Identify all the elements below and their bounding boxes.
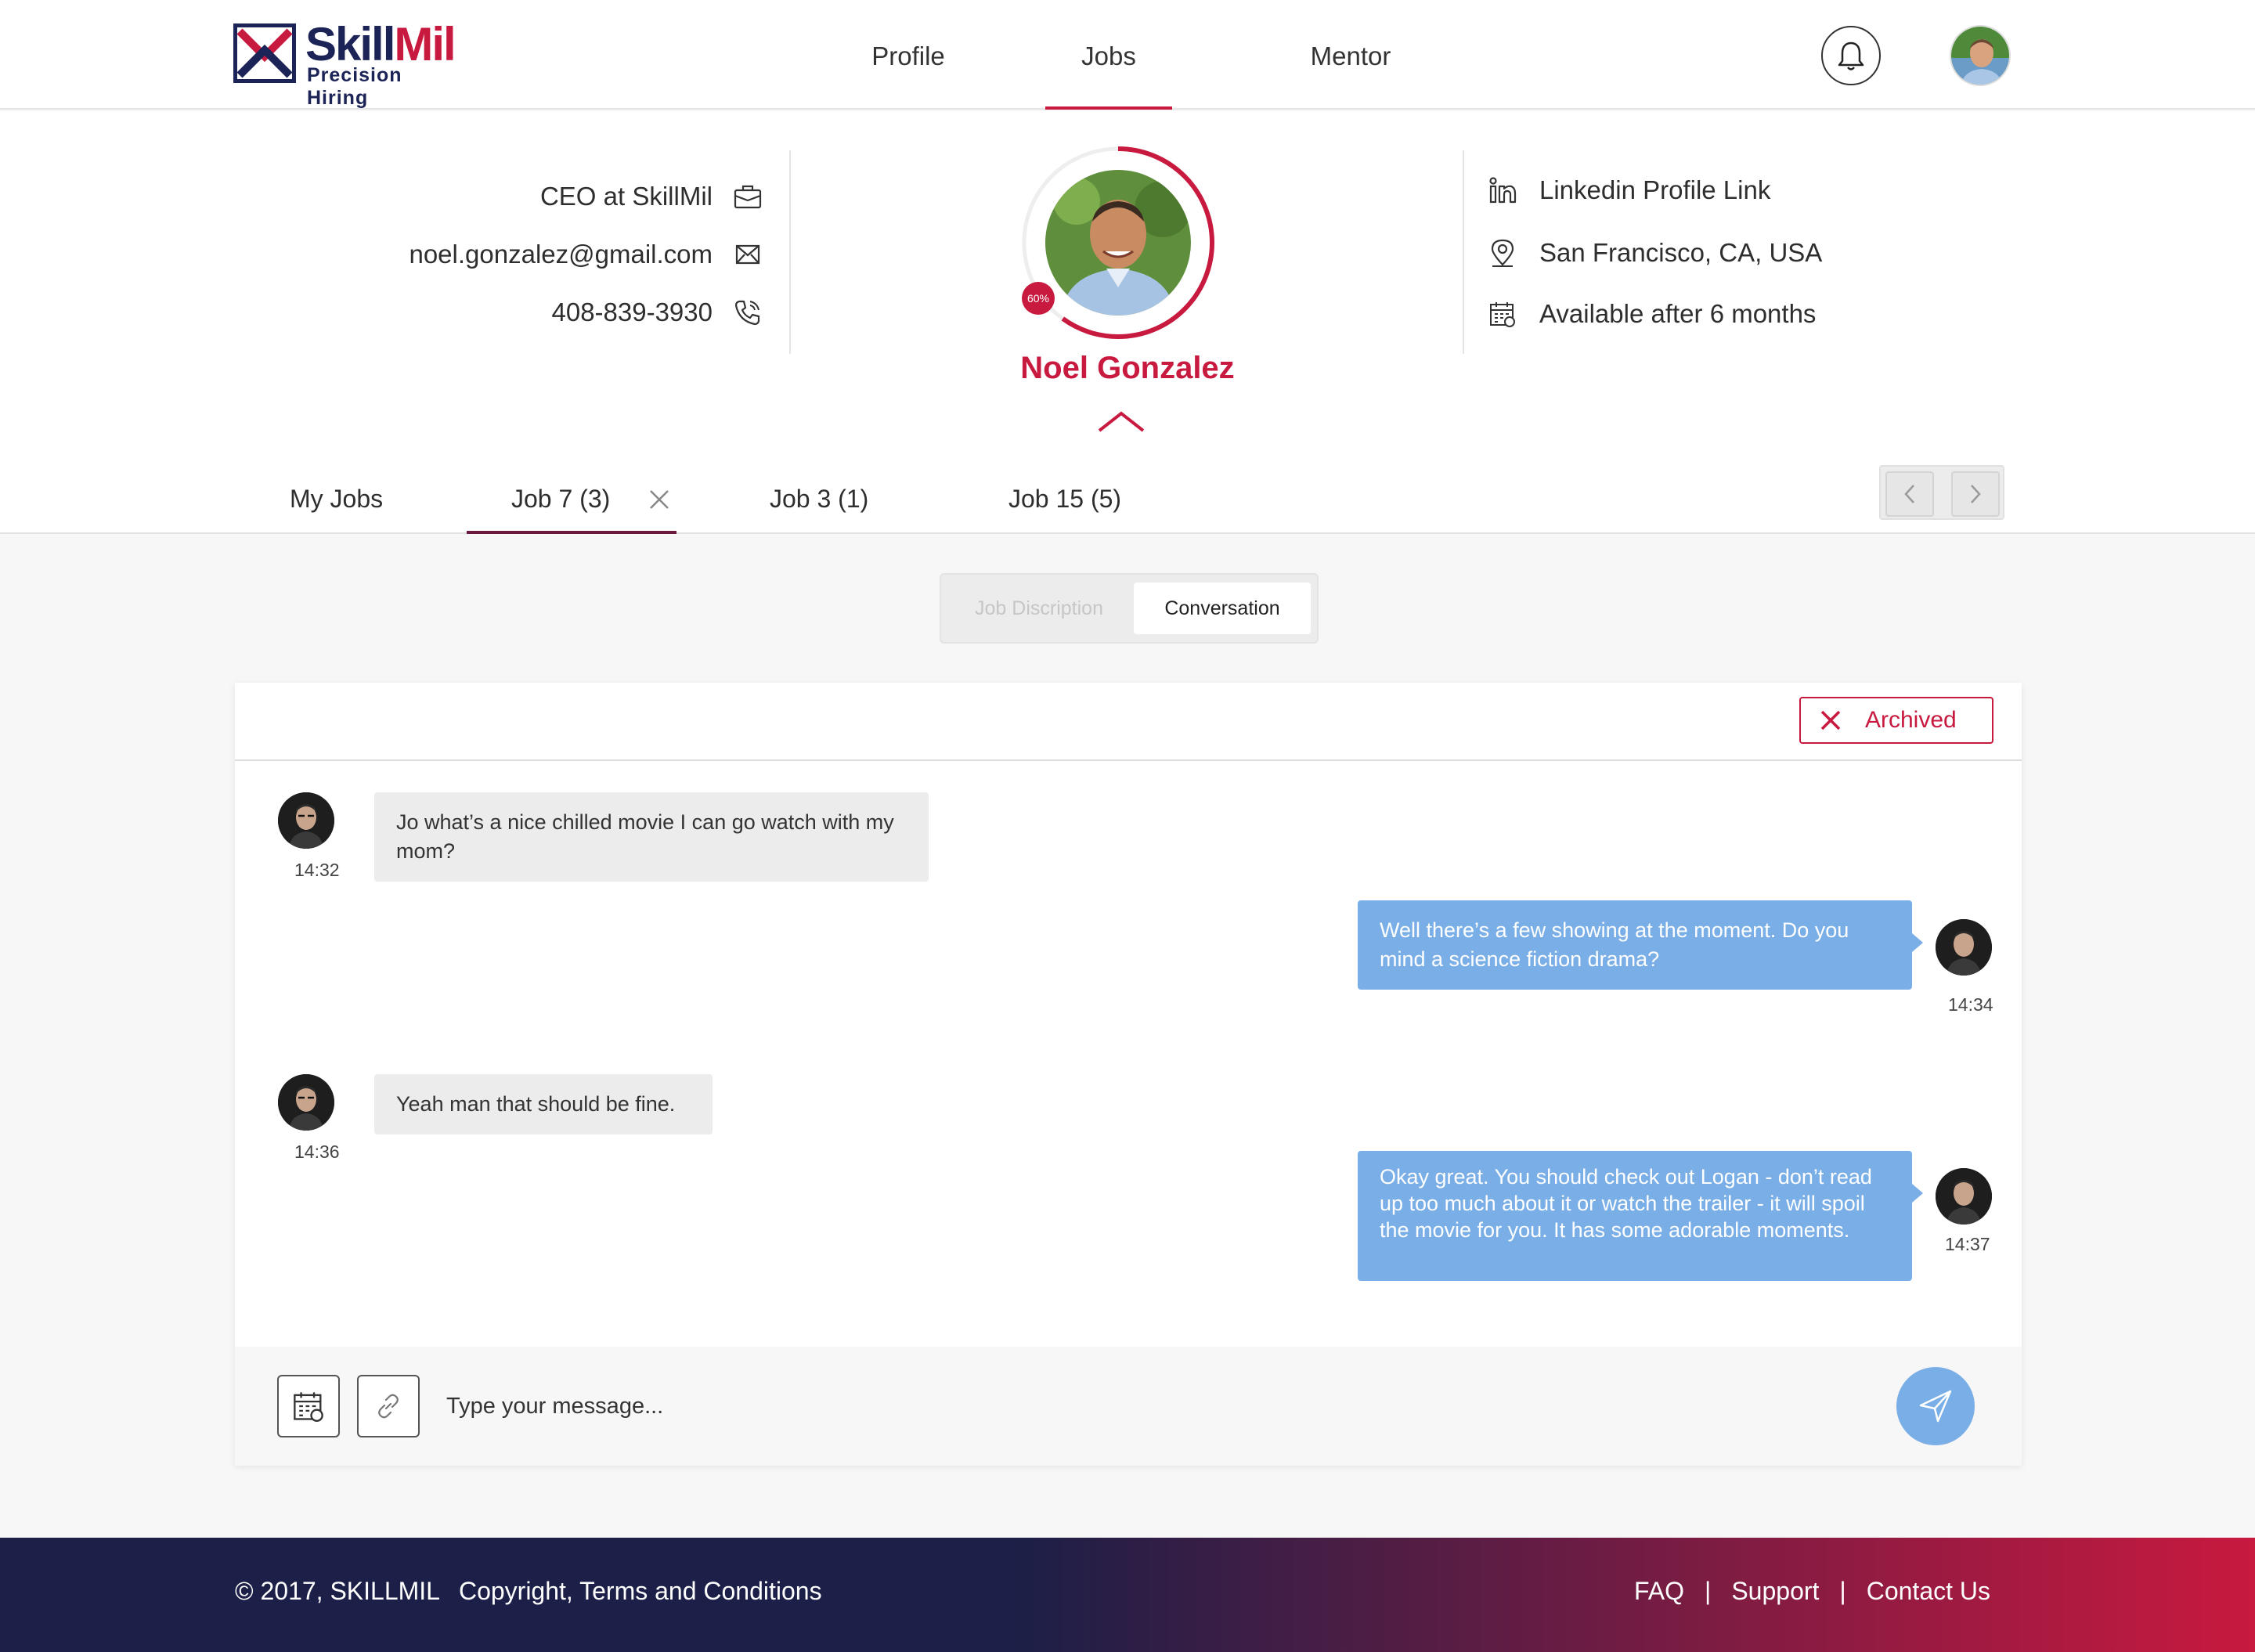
message-input[interactable] xyxy=(446,1378,1699,1434)
location-text: San Francisco, CA, USA xyxy=(1539,238,1823,267)
message-time: 14:36 xyxy=(294,1142,340,1162)
tab-my-jobs[interactable]: My Jobs xyxy=(290,463,383,534)
skillmil-logo-icon xyxy=(233,23,296,83)
availability-text: Available after 6 months xyxy=(1539,299,1817,328)
job-title: CEO at SkillMil xyxy=(539,182,713,211)
archived-label: Archived xyxy=(1865,707,1957,733)
message-composer xyxy=(235,1347,2022,1466)
support-link[interactable]: Support xyxy=(1731,1577,1819,1606)
close-icon xyxy=(1820,710,1841,730)
chevron-right-icon xyxy=(1971,485,1981,503)
tab-pager xyxy=(1879,465,2004,520)
top-header: SkillMil Precision Hiring Profile Jobs M… xyxy=(0,0,2255,110)
conversation-toggle[interactable]: Conversation xyxy=(1134,583,1311,634)
phone-icon xyxy=(733,298,763,327)
briefcase-icon xyxy=(733,182,763,211)
mail-icon xyxy=(733,240,763,269)
linkedin-link[interactable]: Linkedin Profile Link xyxy=(1539,175,1770,205)
attach-link-button[interactable] xyxy=(357,1375,420,1437)
next-tabs-button[interactable] xyxy=(1951,471,2000,517)
separator: | xyxy=(1839,1577,1846,1605)
divider-left xyxy=(789,150,791,354)
brand-name: SkillMil xyxy=(305,18,456,70)
separator: | xyxy=(1705,1577,1712,1605)
job-title-row: CEO at SkillMil xyxy=(540,182,763,211)
message-bubble-outgoing: Okay great. You should check out Logan -… xyxy=(1358,1151,1923,1281)
profile-name: Noel Gonzalez xyxy=(1020,351,1235,385)
tab-job-7-label: Job 7 (3) xyxy=(511,485,611,513)
message-time: 14:37 xyxy=(1945,1234,1990,1254)
nav-profile[interactable]: Profile xyxy=(853,0,963,110)
message-time: 14:34 xyxy=(1948,994,1993,1015)
send-icon xyxy=(1919,1390,1952,1423)
calendar-icon xyxy=(294,1392,323,1422)
chevron-left-icon xyxy=(1904,485,1914,503)
footer-left: © 2017, SKILLMIL Copyright, Terms and Con… xyxy=(235,1577,822,1606)
view-switcher: Job Discription Conversation xyxy=(940,573,1319,644)
send-button[interactable] xyxy=(1896,1367,1975,1445)
tab-job-7[interactable]: Job 7 (3) xyxy=(467,463,676,534)
collapse-caret-icon[interactable] xyxy=(1096,409,1146,435)
message-bubble-incoming: Jo what’s a nice chilled movie I can go … xyxy=(374,792,929,882)
email-row: noel.gonzalez@gmail.com xyxy=(409,240,763,269)
schedule-button[interactable] xyxy=(277,1375,340,1437)
email-text[interactable]: noel.gonzalez@gmail.com xyxy=(409,240,713,269)
copyright-text: © 2017, SKILLMIL xyxy=(235,1577,440,1605)
completion-badge: 60% xyxy=(1022,282,1055,315)
terms-link[interactable]: Copyright, Terms and Conditions xyxy=(459,1577,822,1605)
brand-tagline: Precision Hiring xyxy=(307,64,402,109)
conversation-card: Archived 14:32 Jo what’s a nice chilled … xyxy=(235,683,2022,1466)
footer-links: FAQ | Support | Contact Us xyxy=(1634,1577,1990,1606)
availability-row: Available after 6 months xyxy=(1488,299,1816,329)
location-pin-icon xyxy=(1488,238,1517,268)
nav-jobs[interactable]: Jobs xyxy=(1045,0,1172,110)
bell-icon xyxy=(1838,41,1864,70)
conversation-header: Archived xyxy=(235,683,2022,761)
linkedin-icon xyxy=(1488,175,1517,205)
message-bubble-incoming: Yeah man that should be fine. xyxy=(374,1074,713,1134)
profile-summary: CEO at SkillMil noel.gonzalez@gmail.com … xyxy=(0,111,2255,534)
faq-link[interactable]: FAQ xyxy=(1634,1577,1684,1606)
close-tab-icon[interactable] xyxy=(649,466,669,536)
prev-tabs-button[interactable] xyxy=(1885,471,1934,517)
sender-avatar xyxy=(278,792,334,849)
own-avatar xyxy=(1936,919,1992,976)
link-icon xyxy=(378,1394,399,1419)
contact-link[interactable]: Contact Us xyxy=(1867,1577,1990,1606)
sender-avatar xyxy=(278,1074,334,1131)
message-time: 14:32 xyxy=(294,860,340,880)
avatar-image xyxy=(1951,27,2009,85)
calendar-icon xyxy=(1488,299,1517,329)
user-avatar[interactable] xyxy=(1950,25,2011,86)
own-avatar xyxy=(1936,1168,1992,1225)
divider-right xyxy=(1463,150,1464,354)
profile-photo xyxy=(1045,170,1191,316)
phone-text[interactable]: 408-839-3930 xyxy=(551,298,713,327)
phone-row: 408-839-3930 xyxy=(551,298,763,327)
logo[interactable]: SkillMil Precision Hiring xyxy=(233,18,468,109)
footer: © 2017, SKILLMIL Copyright, Terms and Con… xyxy=(0,1538,2255,1652)
location-row: San Francisco, CA, USA xyxy=(1488,238,1822,268)
job-description-toggle[interactable]: Job Discription xyxy=(951,583,1128,634)
message-bubble-outgoing: Well there’s a few showing at the moment… xyxy=(1358,900,1923,990)
nav-mentor[interactable]: Mentor xyxy=(1292,0,1409,110)
notifications-button[interactable] xyxy=(1821,26,1881,85)
linkedin-row: Linkedin Profile Link xyxy=(1488,175,1770,205)
archived-button[interactable]: Archived xyxy=(1799,697,1993,744)
tab-job-3[interactable]: Job 3 (1) xyxy=(770,463,868,534)
tab-job-15[interactable]: Job 15 (5) xyxy=(1008,463,1121,534)
